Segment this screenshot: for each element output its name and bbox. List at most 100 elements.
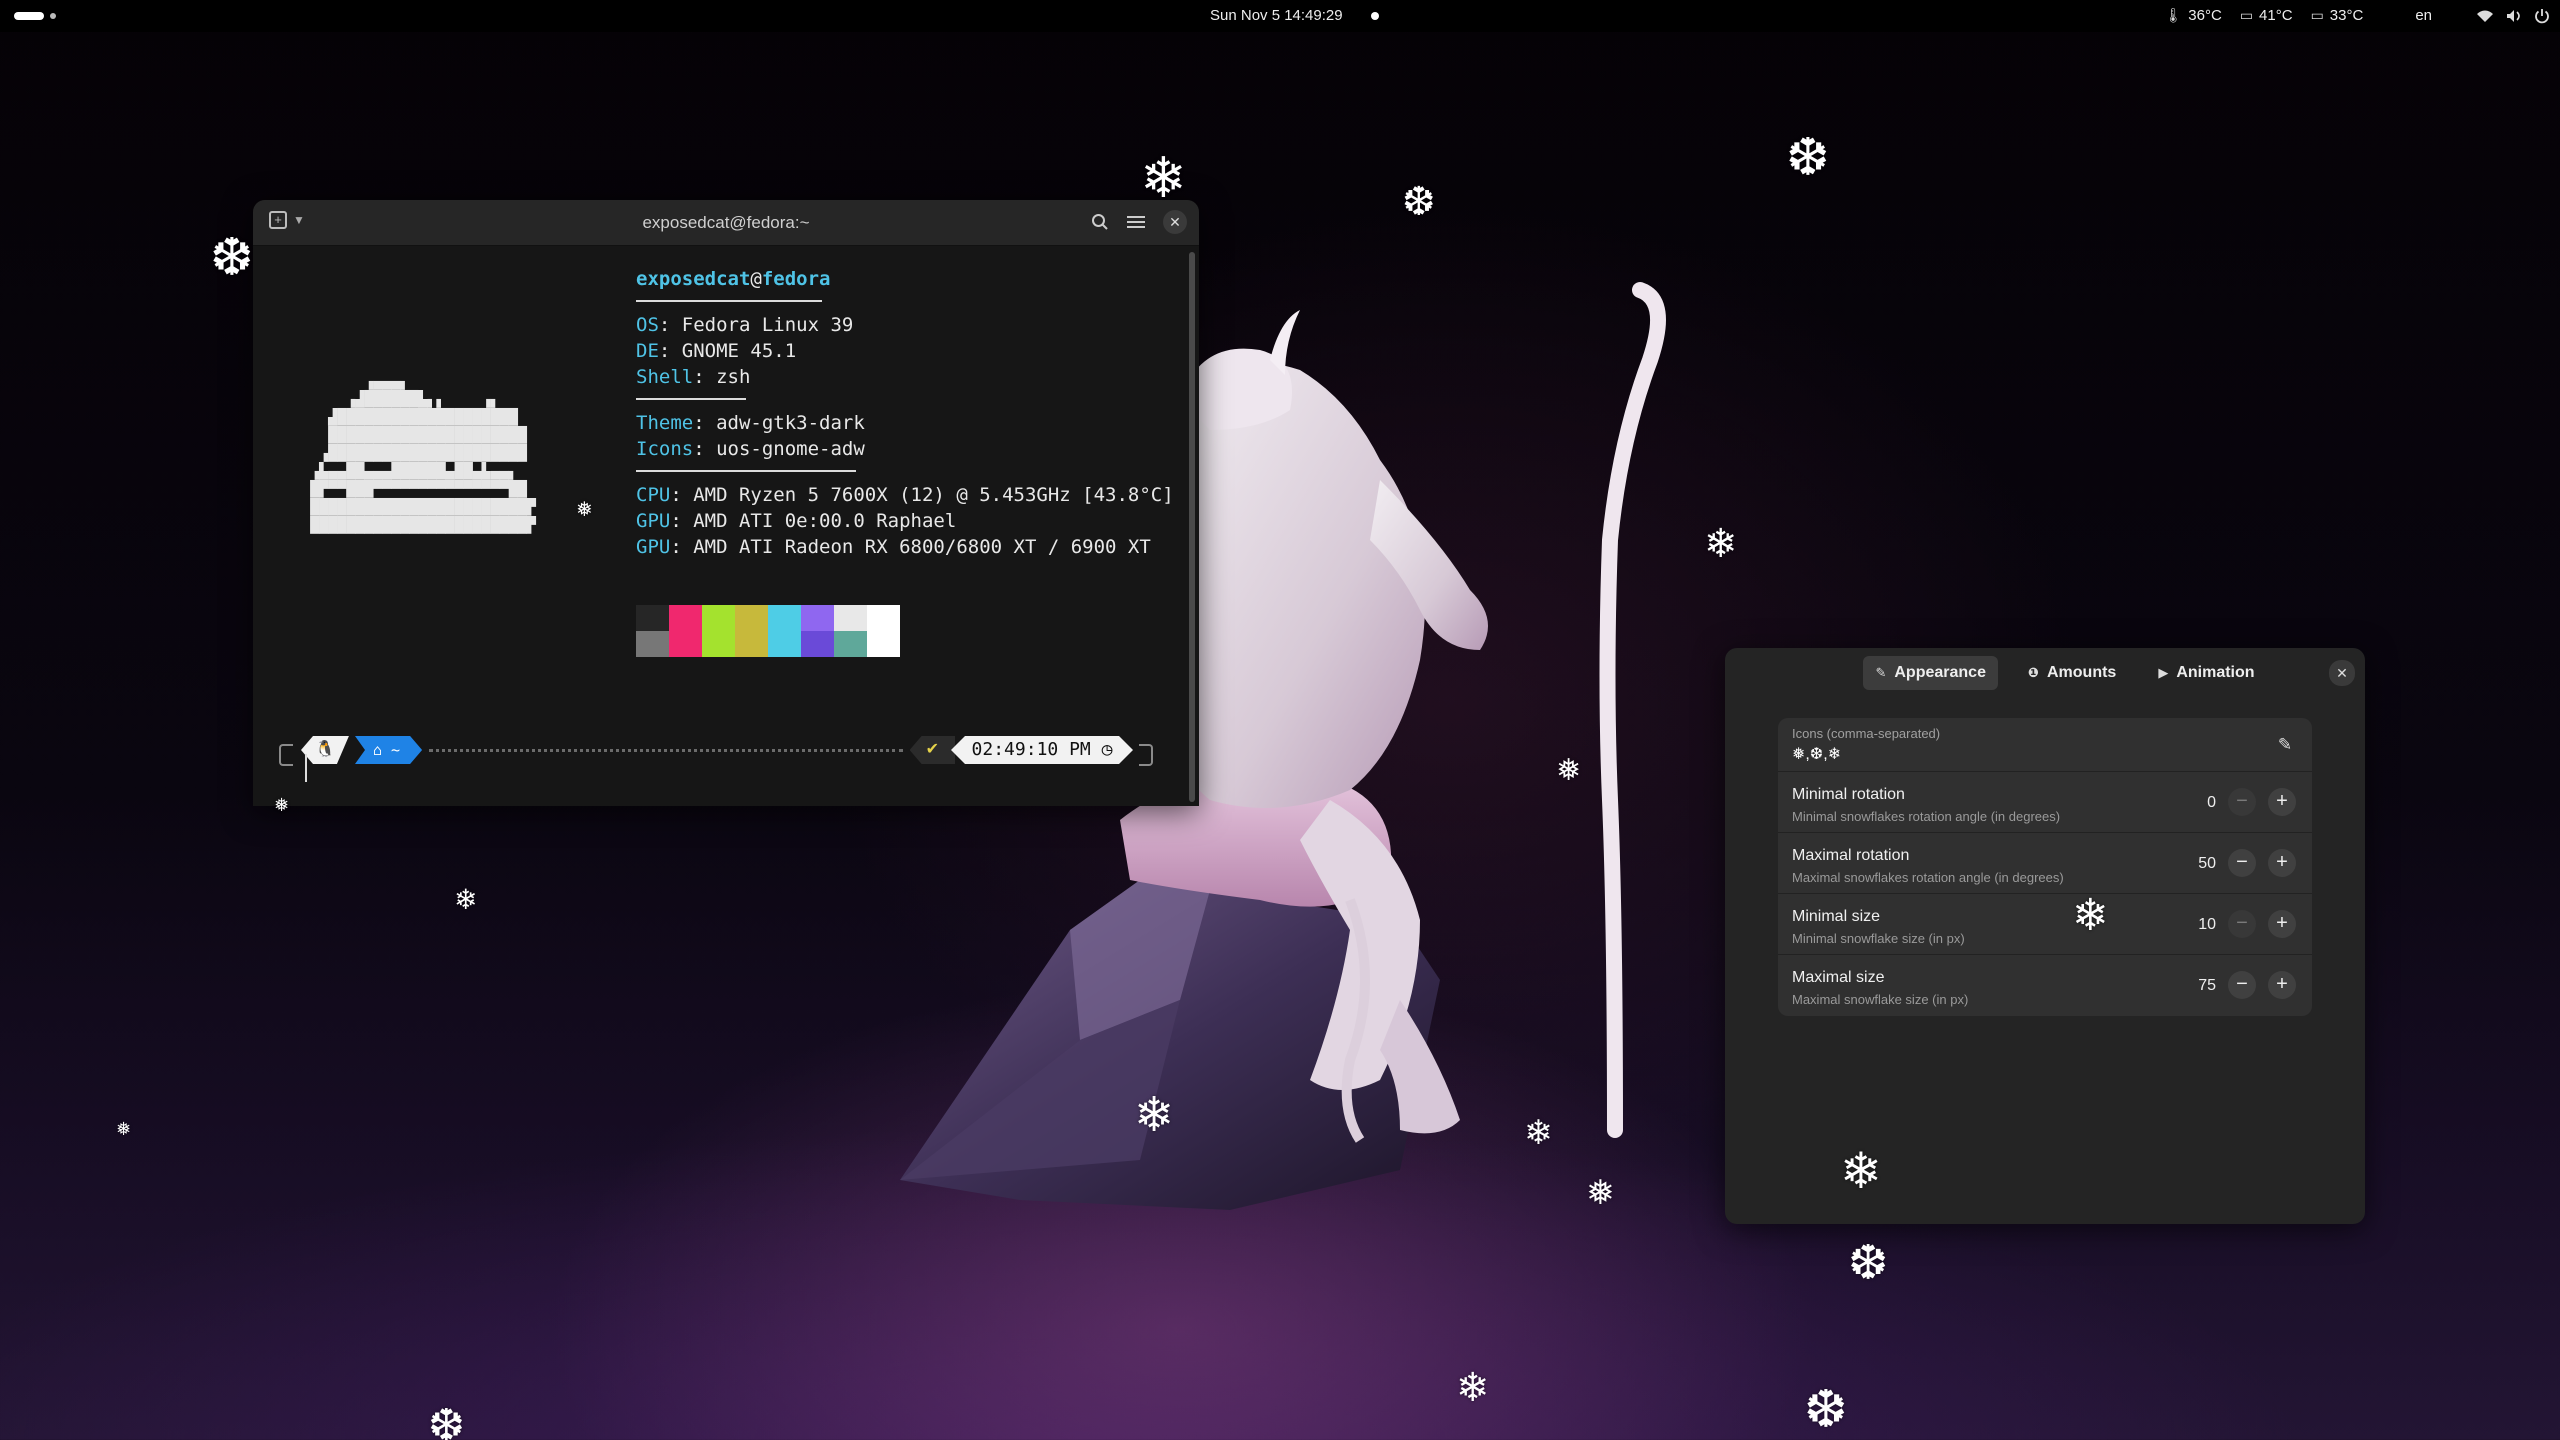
field-label: Icons (comma-separated) <box>1792 726 1941 741</box>
row-title: Minimal size <box>1792 908 1881 925</box>
tab-animation[interactable]: ▶ Animation <box>2146 656 2266 690</box>
palette-swatch <box>768 605 801 631</box>
snowflake-icon: ❄ <box>1140 146 1187 209</box>
palette-swatch <box>702 605 735 631</box>
temp-value: 33°C <box>2329 7 2364 24</box>
workspace-indicator[interactable] <box>50 13 56 19</box>
shell-line: Shell: zsh <box>636 366 751 388</box>
max-rotation-row: Maximal rotation Maximal snowflakes rota… <box>1778 833 2312 894</box>
snowflake-icon: ❆ <box>1402 180 1436 224</box>
appearance-settings-group: Icons (comma-separated) ❅,❆,❄ ✎ Minimal … <box>1778 718 2312 1016</box>
palette-swatch <box>702 631 735 657</box>
icons-entry-row[interactable]: Icons (comma-separated) ❅,❆,❄ ✎ <box>1778 718 2312 772</box>
text-cursor <box>305 754 307 782</box>
row-title: Maximal size <box>1792 969 1885 986</box>
snowflake-icon: ❆ <box>428 1401 465 1440</box>
terminal-headerbar[interactable]: + ▼ exposedcat@fedora:~ ✕ <box>253 200 1199 246</box>
drive-icon: ▭ <box>2310 7 2324 23</box>
window-title: exposedcat@fedora:~ <box>642 213 810 232</box>
snowflake-icon: ❄ <box>454 884 478 915</box>
tab-label: Amounts <box>2046 664 2117 681</box>
fedora-ascii-logo: ▗▄▄▄▖ ▗▟██████▙▖▖ ▗▖ ▟██████████████████… <box>310 372 536 534</box>
search-button[interactable] <box>1091 213 1109 231</box>
palette-swatch <box>801 631 834 657</box>
user-host-line: exposedcat@fedora <box>636 268 831 290</box>
palette-swatch <box>636 631 669 657</box>
palette-swatch <box>867 605 900 631</box>
system-tray[interactable]: 🌡 36°C ▭ 41°C ▭ 33°C en <box>2165 7 2550 24</box>
increment-button[interactable]: + <box>2268 910 2296 938</box>
activities-button[interactable] <box>14 12 56 20</box>
tab-amounts[interactable]: ❶ Amounts <box>2016 656 2128 690</box>
decrement-button[interactable]: − <box>2228 971 2256 999</box>
edit-pencil-icon[interactable]: ✎ <box>2272 732 2298 758</box>
cpu-temp-indicator[interactable]: 🌡 36°C <box>2165 7 2222 24</box>
snowflake-icon: ❄ <box>1524 1114 1553 1152</box>
tab-label: Animation <box>2176 664 2255 681</box>
close-window-button[interactable]: ✕ <box>1163 210 1187 234</box>
spin-value[interactable]: 0 <box>2176 794 2216 812</box>
palette-swatch <box>669 605 702 631</box>
separator <box>636 398 746 400</box>
row-subtitle: Maximal snowflake size (in px) <box>1792 992 1969 1007</box>
tab-appearance[interactable]: ✎ Appearance <box>1863 656 1998 690</box>
color-palette <box>636 605 900 657</box>
tab-label: Appearance <box>1894 664 1986 681</box>
snowflake-icon: ❄ <box>1840 1143 1882 1199</box>
spin-value[interactable]: 10 <box>2176 916 2216 934</box>
min-size-row: Minimal size Minimal snowflake size (in … <box>1778 894 2312 955</box>
main-menu-button[interactable] <box>1127 214 1145 230</box>
snowflake-icon: ❆ <box>210 229 254 287</box>
snowflake-icon: ❄ <box>1134 1089 1175 1142</box>
temp-value: 36°C <box>2188 7 2222 24</box>
decrement-button[interactable]: − <box>2228 849 2256 877</box>
gpu-temp-indicator[interactable]: ▭ 41°C <box>2240 7 2293 24</box>
username: exposedcat <box>636 268 751 290</box>
spin-value[interactable]: 50 <box>2176 855 2216 873</box>
snowflake-icon: ❆ <box>1804 1381 1848 1439</box>
separator <box>636 300 822 302</box>
theme-line: Theme: adw-gtk3-dark <box>636 412 865 434</box>
gpu-line: GPU: AMD ATI Radeon RX 6800/6800 XT / 69… <box>636 536 1151 558</box>
date-time-menu[interactable]: Sun Nov 5 14:49:29 <box>1210 7 1379 24</box>
status-menu[interactable] <box>2476 8 2550 24</box>
decrement-button[interactable]: − <box>2228 910 2256 938</box>
gpu-line: GPU: AMD ATI 0e:00.0 Raphael <box>636 510 957 532</box>
clock-label: Sun Nov 5 14:49:29 <box>1210 7 1343 24</box>
thermometer-icon: 🌡 <box>2164 7 2183 23</box>
palette-swatch <box>801 605 834 631</box>
row-subtitle: Minimal snowflake size (in px) <box>1792 931 1965 946</box>
brush-icon: ✎ <box>1875 665 1887 680</box>
drive-temp-indicator[interactable]: ▭ 33°C <box>2311 7 2364 24</box>
snowflake-icon: ❆ <box>1848 1237 1889 1290</box>
system-info: exposedcat@fedora OS: Fedora Linux 39 DE… <box>636 266 1174 560</box>
close-window-button[interactable]: ✕ <box>2329 660 2355 686</box>
palette-swatch <box>636 605 669 631</box>
increment-button[interactable]: + <box>2268 971 2296 999</box>
snowflake-icon: ❅ <box>274 795 290 815</box>
spin-value[interactable]: 75 <box>2176 977 2216 995</box>
snowflake-icon: ❅ <box>576 499 593 521</box>
row-subtitle: Minimal snowflakes rotation angle (in de… <box>1792 809 2061 824</box>
shell-prompt: 🐧 ⌂ ~ ✔ 02:49:10 PM ◷ <box>279 732 1153 772</box>
temp-value: 41°C <box>2259 7 2293 24</box>
snowflake-icon: ❄ <box>2072 891 2109 940</box>
workspace-indicator-active[interactable] <box>14 12 44 20</box>
chip-icon: ▭ <box>2239 7 2254 23</box>
palette-swatch <box>834 631 867 657</box>
snowflake-icon: ❅ <box>1586 1174 1615 1212</box>
decrement-button[interactable]: − <box>2228 788 2256 816</box>
keyboard-layout-indicator[interactable]: en <box>2415 7 2432 24</box>
min-rotation-row: Minimal rotation Minimal snowflakes rota… <box>1778 772 2312 833</box>
prompt-frame-left <box>279 744 293 766</box>
notification-dot-icon <box>1370 11 1379 20</box>
increment-button[interactable]: + <box>2268 849 2296 877</box>
prompt-filler <box>429 749 903 752</box>
increment-button[interactable]: + <box>2268 788 2296 816</box>
numeric-icon: ❶ <box>2027 665 2039 680</box>
palette-swatch <box>867 631 900 657</box>
icons-input[interactable]: ❅,❆,❄ <box>1792 744 1841 764</box>
terminal-window[interactable]: + ▼ exposedcat@fedora:~ ✕ ▗▄▄▄▖ ▗▟██████… <box>253 200 1199 806</box>
extension-preferences-window[interactable]: ✎ Appearance ❶ Amounts ▶ Animation ✕ Ico… <box>1725 648 2365 1224</box>
scrollbar[interactable] <box>1189 252 1195 802</box>
